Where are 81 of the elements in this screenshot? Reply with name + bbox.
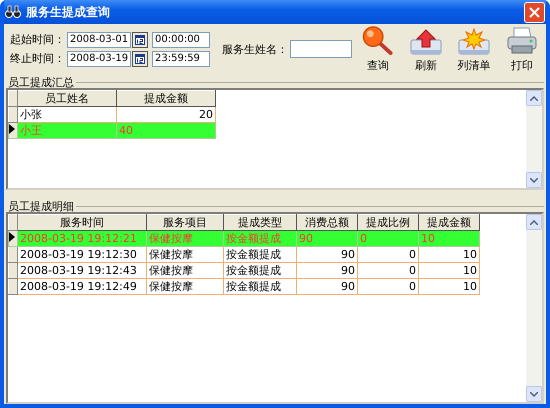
table-cell: 2008-03-19 19:12:21 [18,230,146,246]
time-field[interactable]: 23:59:59 [152,50,210,66]
magnifier-icon [361,25,395,56]
date-field[interactable]: 2008-03-19 [67,50,131,66]
binoculars-icon [5,5,21,19]
table-cell: 10 [418,262,480,278]
table-row[interactable]: 2008-03-19 19:12:30 保健按摩 按金额提成 90 0 10 [8,246,480,262]
column-header[interactable]: 服务项目 [146,214,224,230]
table-cell: 按金额提成 [224,246,296,262]
scrollbar[interactable] [526,214,542,402]
pointer-icon [9,124,15,134]
column-header[interactable]: 提成比例 [358,214,418,230]
table-cell: 40 [116,122,216,138]
table-cell: 10 [418,230,480,246]
date-field[interactable]: 2008-03-01 [67,32,131,48]
group-title: 员工提成汇总 [7,74,75,90]
column-header[interactable]: 服务时间 [18,214,146,230]
table-cell: 按金额提成 [224,262,296,278]
column-header[interactable]: 员工姓名 [18,90,116,106]
time-field[interactable]: 00:00:00 [152,32,210,48]
table-cell: 90 [296,230,358,246]
table-row[interactable]: 2008-03-19 19:12:43 保健按摩 按金额提成 90 0 10 [8,262,480,278]
toolbar-button[interactable]: 刷新 [404,25,448,73]
table-row[interactable]: 2008-03-19 19:12:49 保健按摩 按金额提成 90 0 10 [8,278,480,294]
pointer-icon [9,232,15,242]
table-cell: 10 [418,246,480,262]
scroll-down-button[interactable] [526,172,542,188]
table-cell: 90 [296,246,358,262]
row-header [8,278,18,294]
row-header [8,90,18,106]
table-cell: 90 [296,262,358,278]
row-header [8,246,18,262]
table-cell: 2008-03-19 19:12:43 [18,262,146,278]
table-cell: 保健按摩 [146,262,224,278]
field-label: 终止时间： [10,51,65,66]
row-header [8,106,18,122]
column-header[interactable]: 提成金额 [418,214,480,230]
table-cell: 2008-03-19 19:12:49 [18,278,146,294]
toolbar-button[interactable]: 查询 [356,25,400,73]
box-arrow-icon [409,28,443,56]
close-icon [529,6,540,18]
table-cell: 0 [358,246,418,262]
column-header[interactable]: 提成类型 [224,214,296,230]
scroll-up-button[interactable] [526,214,542,230]
toolbar-button[interactable]: 列清单 [452,25,496,73]
table-cell: 按金额提成 [224,278,296,294]
table-cell: 2008-03-19 19:12:30 [18,246,146,262]
table-cell: 按金额提成 [224,230,296,246]
scroll-down-button[interactable] [526,386,542,402]
up-chevron-icon [530,96,538,100]
table-cell: 0 [358,230,418,246]
group-title: 员工提成明细 [7,198,75,214]
window-title: 服务生提成查询 [26,4,111,20]
table-cell: 10 [418,278,480,294]
table-cell: 保健按摩 [146,278,224,294]
table-cell: 保健按摩 [146,246,224,262]
name-field[interactable] [290,40,352,58]
row-header [8,214,18,230]
starburst-icon [457,28,491,56]
table-cell: 0 [358,278,418,294]
field-label: 服务生姓名： [222,42,288,56]
close-button[interactable] [524,2,545,22]
calendar-icon [135,54,145,64]
calendar-button[interactable] [132,50,148,66]
calendar-icon [135,34,145,44]
row-header [8,262,18,278]
table-cell: 保健按摩 [146,230,224,246]
up-chevron-icon [530,220,538,224]
field-label: 起始时间： [10,32,65,47]
down-chevron-icon [530,178,538,182]
column-header[interactable]: 提成金额 [116,90,216,106]
column-header[interactable]: 消费总额 [296,214,358,230]
calendar-button[interactable] [132,32,148,48]
printer-icon [505,26,539,56]
table-cell: 90 [296,278,358,294]
down-chevron-icon [530,392,538,396]
table-cell: 0 [358,262,418,278]
scrollbar[interactable] [526,90,542,188]
toolbar-button[interactable]: 打印 [500,25,544,73]
table-cell: 小王 [18,122,116,138]
scroll-up-button[interactable] [526,90,542,106]
